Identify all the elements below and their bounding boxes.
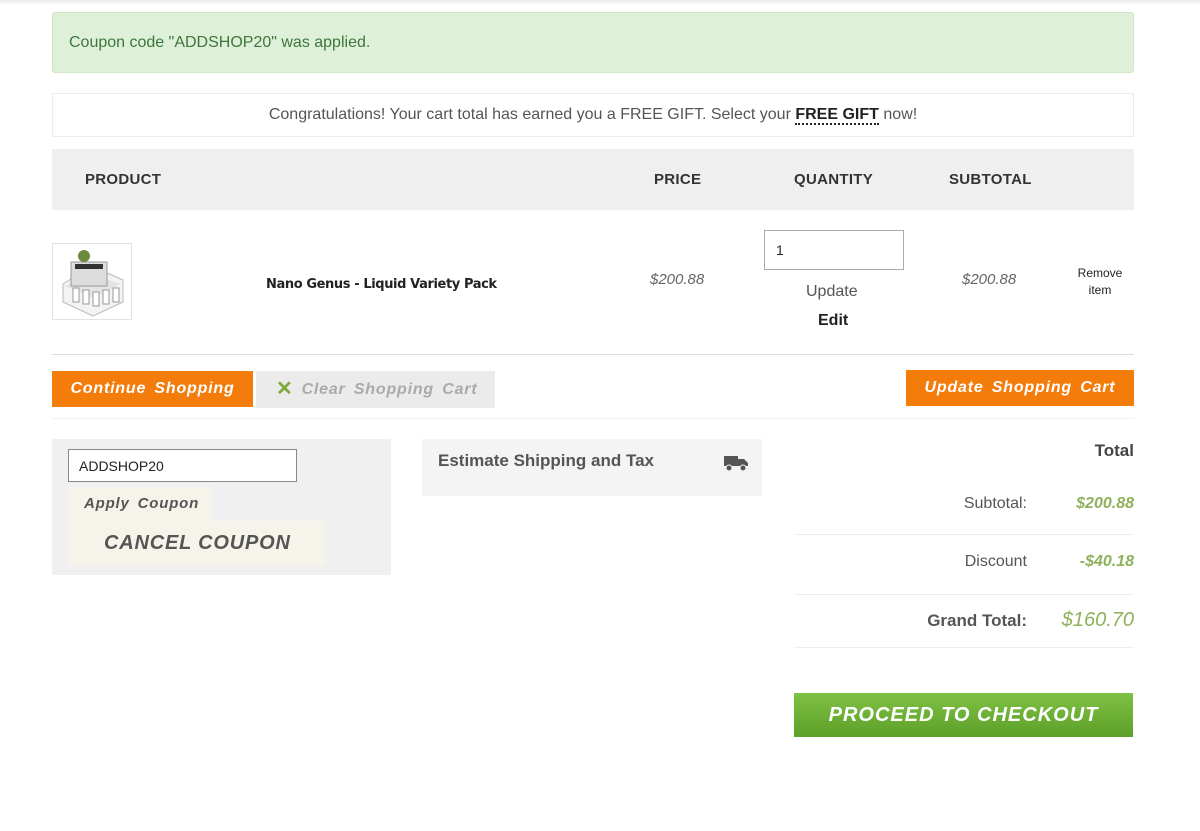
gift-banner-text: Congratulations! Your cart total has ear… xyxy=(268,106,796,123)
gift-banner-text-end: now! xyxy=(878,106,918,123)
cart-table-header: PRODUCT PRICE QUANTITY SUBTOTAL xyxy=(52,149,1134,210)
free-gift-link[interactable]: FREE GIFT xyxy=(795,106,879,125)
clear-cart-button[interactable]: ✕ Clear Shopping Cart xyxy=(256,371,495,408)
coupon-panel: Apply Coupon CANCEL COUPON xyxy=(52,439,391,575)
subtotal-label: Subtotal: xyxy=(963,495,1027,512)
close-icon: ✕ xyxy=(276,378,294,400)
item-price: $200.88 xyxy=(650,271,705,288)
free-gift-banner: Congratulations! Your cart total has ear… xyxy=(52,93,1134,137)
grand-total-row: Grand Total: $160.70 xyxy=(794,595,1134,648)
grand-total-value: $160.70 xyxy=(1061,609,1134,631)
cancel-coupon-button[interactable]: CANCEL COUPON xyxy=(68,521,325,565)
estimate-shipping-panel[interactable]: Estimate Shipping and Tax xyxy=(422,439,762,496)
top-divider xyxy=(0,0,1200,4)
update-quantity-link[interactable]: Update xyxy=(806,283,858,301)
clear-cart-label: Clear Shopping Cart xyxy=(301,381,478,398)
coupon-code-input[interactable] xyxy=(68,449,297,482)
discount-row: Discount -$40.18 xyxy=(794,535,1134,595)
totals-title: Total xyxy=(1094,441,1134,460)
truck-icon xyxy=(724,456,748,472)
item-subtotal: $200.88 xyxy=(962,271,1017,288)
grand-total-label: Grand Total: xyxy=(927,611,1027,630)
product-thumbnail[interactable] xyxy=(52,243,132,320)
alert-message: Coupon code "ADDSHOP20" was applied. xyxy=(69,34,371,51)
subtotal-row: Subtotal: $200.88 xyxy=(794,479,1134,535)
remove-item-link[interactable]: Remove item xyxy=(1068,265,1132,299)
header-price: PRICE xyxy=(654,171,702,188)
discount-value: -$40.18 xyxy=(1079,553,1134,570)
header-quantity: QUANTITY xyxy=(794,171,874,188)
coupon-applied-alert: Coupon code "ADDSHOP20" was applied. xyxy=(52,12,1134,73)
quantity-input[interactable] xyxy=(764,230,904,270)
shipping-title: Estimate Shipping and Tax xyxy=(438,451,654,470)
discount-label: Discount xyxy=(964,553,1027,570)
header-product: PRODUCT xyxy=(85,171,162,188)
divider xyxy=(52,418,1134,419)
header-subtotal: SUBTOTAL xyxy=(949,171,1032,188)
proceed-to-checkout-button[interactable]: PROCEED TO CHECKOUT xyxy=(794,693,1133,737)
subtotal-value: $200.88 xyxy=(1076,495,1134,512)
apply-coupon-button[interactable]: Apply Coupon xyxy=(68,487,211,523)
product-name-link[interactable]: Nano Genus - Liquid Variety Pack xyxy=(266,277,497,292)
continue-shopping-button[interactable]: Continue Shopping xyxy=(52,371,253,407)
edit-item-link[interactable]: Edit xyxy=(818,312,848,330)
cart-item-row: Nano Genus - Liquid Variety Pack $200.88… xyxy=(52,210,1134,355)
update-cart-button[interactable]: Update Shopping Cart xyxy=(906,370,1134,406)
